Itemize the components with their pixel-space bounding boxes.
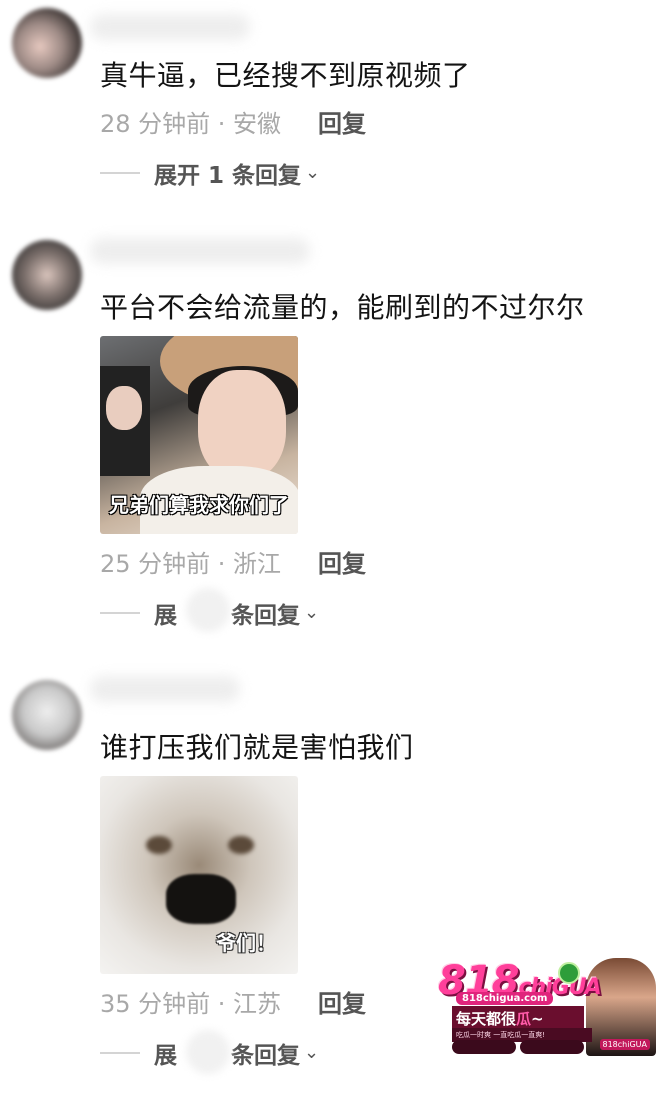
- comment-text: 平台不会给流量的，能刷到的不过尔尔: [100, 291, 585, 324]
- mouth-shape: [166, 874, 236, 924]
- watermark-pill: [452, 1040, 516, 1054]
- username-blurred: [90, 238, 310, 264]
- reply-button[interactable]: 回复: [318, 104, 366, 139]
- reply-button[interactable]: 回复: [318, 984, 366, 1019]
- watermark-url: 818chigua.com: [456, 992, 554, 1005]
- watermark-logo: 818chiGUA 818chigua.com 每天都很瓜~ 吃瓜一时爽 一直吃…: [438, 958, 656, 1056]
- sticker-image[interactable]: 爷们！: [100, 776, 298, 974]
- slogan-main: 每天都很: [456, 1010, 517, 1028]
- expand-replies-suffix: 条回复: [231, 1043, 300, 1069]
- avatar[interactable]: [12, 680, 82, 750]
- watermelon-icon: [558, 962, 580, 984]
- divider-line: [100, 172, 140, 174]
- username-blurred: [90, 676, 240, 702]
- chevron-down-icon: ⌄: [305, 161, 321, 183]
- reply-button[interactable]: 回复: [318, 544, 366, 579]
- sticker-caption: 兄弟们算我求你们了: [109, 493, 289, 517]
- divider-line: [100, 1052, 140, 1054]
- divider-line: [100, 612, 140, 614]
- comment-meta: 28 分钟前 · 安徽: [100, 110, 282, 138]
- avatar[interactable]: [12, 8, 82, 78]
- comment-text: 谁打压我们就是害怕我们: [100, 731, 414, 764]
- inset-face: [106, 386, 142, 430]
- comment-item: 真牛逼，已经搜不到原视频了 28 分钟前 · 安徽 回复 展开 1 条回复 ⌄: [0, 0, 666, 210]
- comment-meta: 25 分钟前 · 浙江: [100, 550, 282, 578]
- eye-shape: [146, 836, 172, 854]
- username-blurred: [90, 14, 250, 40]
- sticker-image[interactable]: 兄弟们算我求你们了: [100, 336, 298, 534]
- expand-replies-label: 展开 1 条回复: [154, 163, 302, 189]
- watermark-pill: [520, 1040, 584, 1054]
- face-shape: [198, 370, 286, 480]
- expand-replies-prefix: 展: [154, 603, 177, 629]
- comment-text: 真牛逼，已经搜不到原视频了: [100, 59, 471, 92]
- comment-meta: 35 分钟前 · 江苏: [100, 990, 282, 1018]
- watermark-badge: 818chiGUA: [599, 1039, 650, 1050]
- expand-replies-button[interactable]: 展开 1 条回复 ⌄: [100, 158, 321, 189]
- sticker-caption: 爷们！: [216, 931, 276, 955]
- expand-replies-prefix: 展: [154, 1043, 177, 1069]
- redaction-blur: [186, 1030, 230, 1074]
- chevron-down-icon: ⌄: [304, 601, 320, 623]
- slogan-tail: ~: [531, 1010, 544, 1028]
- chevron-down-icon: ⌄: [304, 1041, 320, 1063]
- avatar[interactable]: [12, 240, 82, 310]
- expand-replies-suffix: 条回复: [231, 603, 300, 629]
- slogan-gua: 瓜: [516, 1010, 532, 1028]
- eye-shape: [228, 836, 254, 854]
- redaction-blur: [186, 588, 230, 632]
